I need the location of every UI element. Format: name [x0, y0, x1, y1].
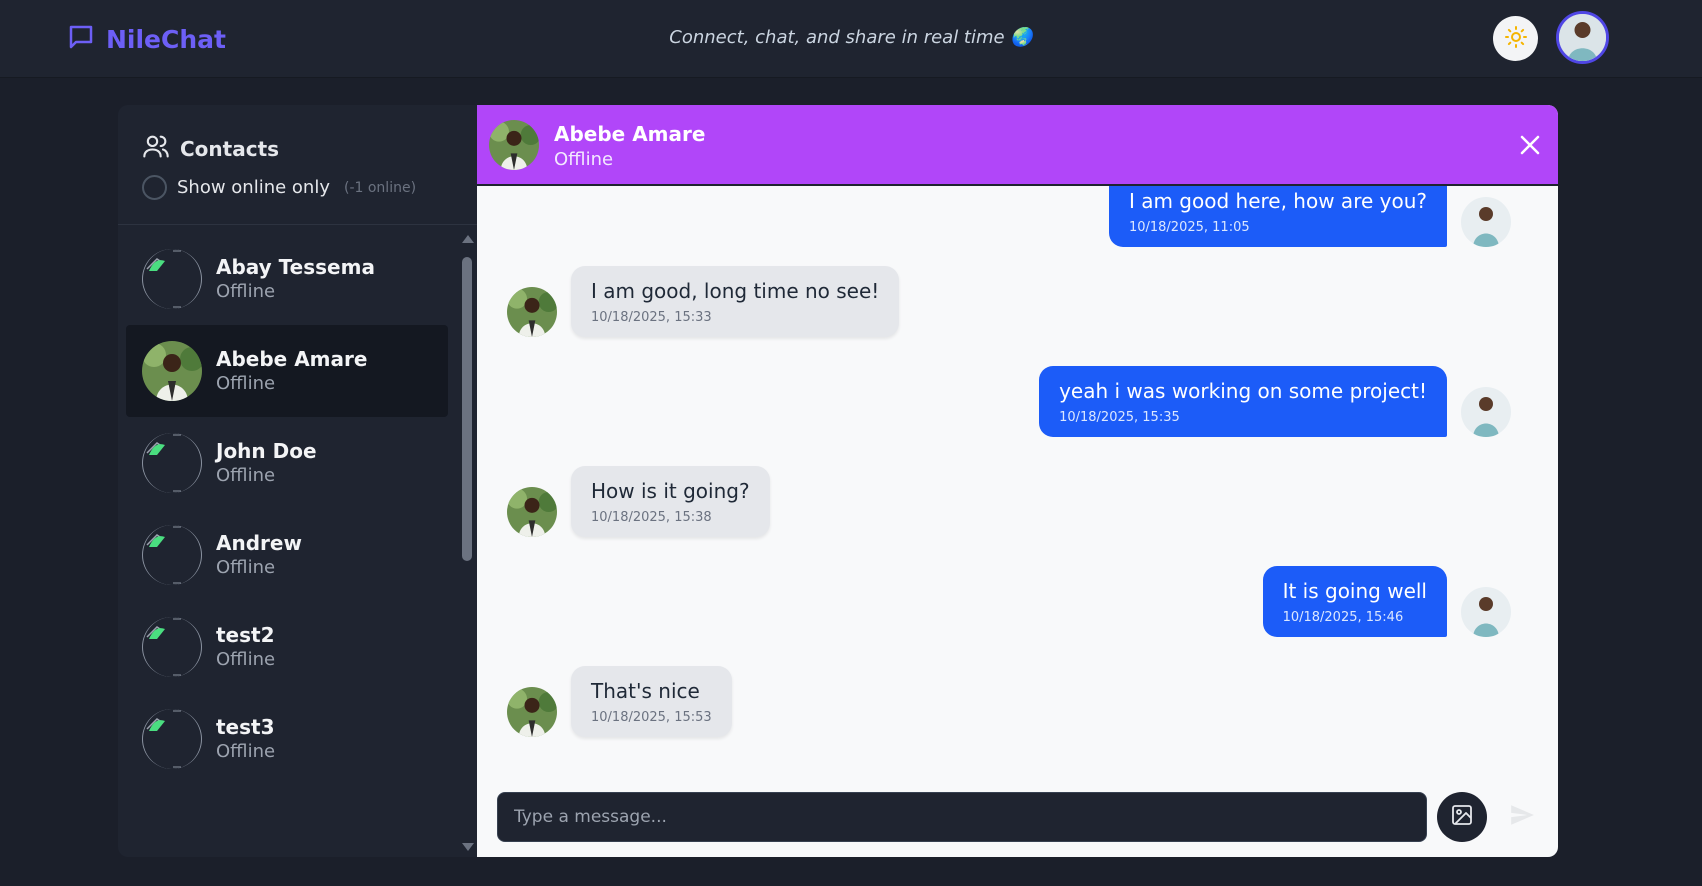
contact-status: Offline — [216, 465, 276, 486]
contact-name: test3 — [216, 715, 275, 739]
message-bubble: I am good, long time no see! 10/18/2025,… — [571, 266, 900, 337]
contact-name: John Doe — [216, 439, 317, 463]
contacts-sidebar: Contacts Show online only (-1 online) Ab… — [118, 105, 477, 857]
chat-contact-name: Abebe Amare — [554, 122, 706, 146]
broken-image-icon — [142, 525, 202, 585]
online-only-label: Show online only — [177, 177, 330, 198]
message-time: 10/18/2025, 15:33 — [591, 310, 712, 325]
contacts-heading: Contacts — [142, 132, 279, 165]
users-icon — [142, 132, 170, 165]
contact-list-scrollbar[interactable] — [460, 233, 474, 857]
app-tagline: Connect, chat, and share in real time 🌏 — [669, 27, 1033, 48]
sun-icon — [1504, 25, 1528, 53]
message-text: How is it going? — [591, 479, 750, 503]
contact-item[interactable]: test2 Offline — [126, 601, 448, 693]
contact-name: Abay Tessema — [216, 255, 375, 279]
top-navbar: NileChat Connect, chat, and share in rea… — [0, 0, 1702, 78]
contacts-title: Contacts — [180, 136, 280, 161]
sender-avatar — [1461, 387, 1511, 437]
contact-status: Offline — [216, 373, 276, 394]
contact-item-selected[interactable]: Abebe Amare Offline — [126, 325, 448, 417]
message-bubble: It is going well 10/18/2025, 15:46 — [1262, 566, 1447, 637]
contact-name: test2 — [216, 623, 275, 647]
message-input[interactable] — [497, 792, 1427, 842]
sender-avatar — [507, 287, 557, 337]
contact-item[interactable]: Abay Tessema Offline — [126, 233, 448, 325]
message-bubble: I am good here, how are you? 10/18/2025,… — [1108, 186, 1447, 247]
message-incoming: How is it going? 10/18/2025, 15:38 — [507, 466, 770, 537]
message-time: 10/18/2025, 15:38 — [591, 510, 712, 525]
message-bubble: That's nice 10/18/2025, 15:53 — [571, 666, 732, 737]
chat-panel: Abebe Amare Offline I am good here, how … — [477, 105, 1558, 857]
message-outgoing: yeah i was working on some project! 10/1… — [1039, 366, 1511, 437]
sender-avatar — [1461, 197, 1511, 247]
attach-image-button[interactable] — [1437, 792, 1487, 842]
message-list: I am good here, how are you? 10/18/2025,… — [477, 186, 1558, 766]
contact-list: Abay Tessema Offline Abebe Amare Offline… — [126, 233, 448, 785]
scroll-down-arrow-icon[interactable] — [462, 843, 474, 851]
close-icon — [1518, 135, 1542, 161]
contact-status: Offline — [216, 741, 276, 762]
message-text: I am good here, how are you? — [1128, 189, 1427, 213]
sender-avatar — [507, 687, 557, 737]
scrollbar-thumb[interactable] — [462, 257, 472, 561]
online-filter[interactable]: Show online only (-1 online) — [142, 175, 416, 200]
broken-image-icon — [142, 249, 202, 309]
contact-item[interactable]: John Doe Offline — [126, 417, 448, 509]
message-incoming: I am good, long time no see! 10/18/2025,… — [507, 266, 900, 337]
contact-name: Abebe Amare — [216, 347, 368, 371]
contact-name: Andrew — [216, 531, 302, 555]
chat-header: Abebe Amare Offline — [477, 105, 1558, 186]
scroll-up-arrow-icon[interactable] — [462, 235, 474, 243]
contact-status: Offline — [216, 281, 276, 302]
broken-image-icon — [142, 709, 202, 769]
send-icon — [1509, 802, 1535, 832]
contact-status: Offline — [216, 649, 276, 670]
message-outgoing: It is going well 10/18/2025, 15:46 — [1262, 566, 1511, 637]
contact-item[interactable]: test3 Offline — [126, 693, 448, 785]
message-bubble: How is it going? 10/18/2025, 15:38 — [571, 466, 770, 537]
close-chat-button[interactable] — [1518, 133, 1542, 157]
message-time: 10/18/2025, 15:46 — [1282, 610, 1404, 625]
online-only-checkbox[interactable] — [142, 175, 167, 200]
profile-avatar[interactable] — [1556, 11, 1609, 64]
sender-avatar — [507, 487, 557, 537]
chat-contact-status: Offline — [554, 149, 614, 170]
sidebar-header: Contacts Show online only (-1 online) — [118, 105, 477, 225]
online-count: (-1 online) — [344, 179, 417, 196]
send-button[interactable] — [1497, 792, 1547, 842]
sender-avatar — [1461, 587, 1511, 637]
broken-image-icon — [142, 617, 202, 677]
message-time: 10/18/2025, 15:53 — [591, 710, 712, 725]
message-time: 10/18/2025, 11:05 — [1128, 220, 1250, 235]
contact-item[interactable]: Andrew Offline — [126, 509, 448, 601]
message-text: That's nice — [591, 679, 700, 703]
message-bubble: yeah i was working on some project! 10/1… — [1039, 366, 1447, 437]
contact-avatar — [142, 341, 202, 401]
broken-image-icon — [142, 433, 202, 493]
message-text: It is going well — [1282, 579, 1427, 603]
chat-contact-avatar — [489, 120, 539, 170]
message-outgoing: I am good here, how are you? 10/18/2025,… — [1108, 186, 1511, 247]
message-time: 10/18/2025, 15:35 — [1059, 410, 1180, 425]
message-composer — [477, 785, 1558, 857]
theme-toggle-button[interactable] — [1493, 16, 1538, 61]
contact-status: Offline — [216, 557, 276, 578]
message-text: I am good, long time no see! — [591, 279, 880, 303]
image-icon — [1450, 803, 1474, 831]
message-incoming: That's nice 10/18/2025, 15:53 — [507, 666, 732, 737]
message-text: yeah i was working on some project! — [1059, 379, 1427, 403]
